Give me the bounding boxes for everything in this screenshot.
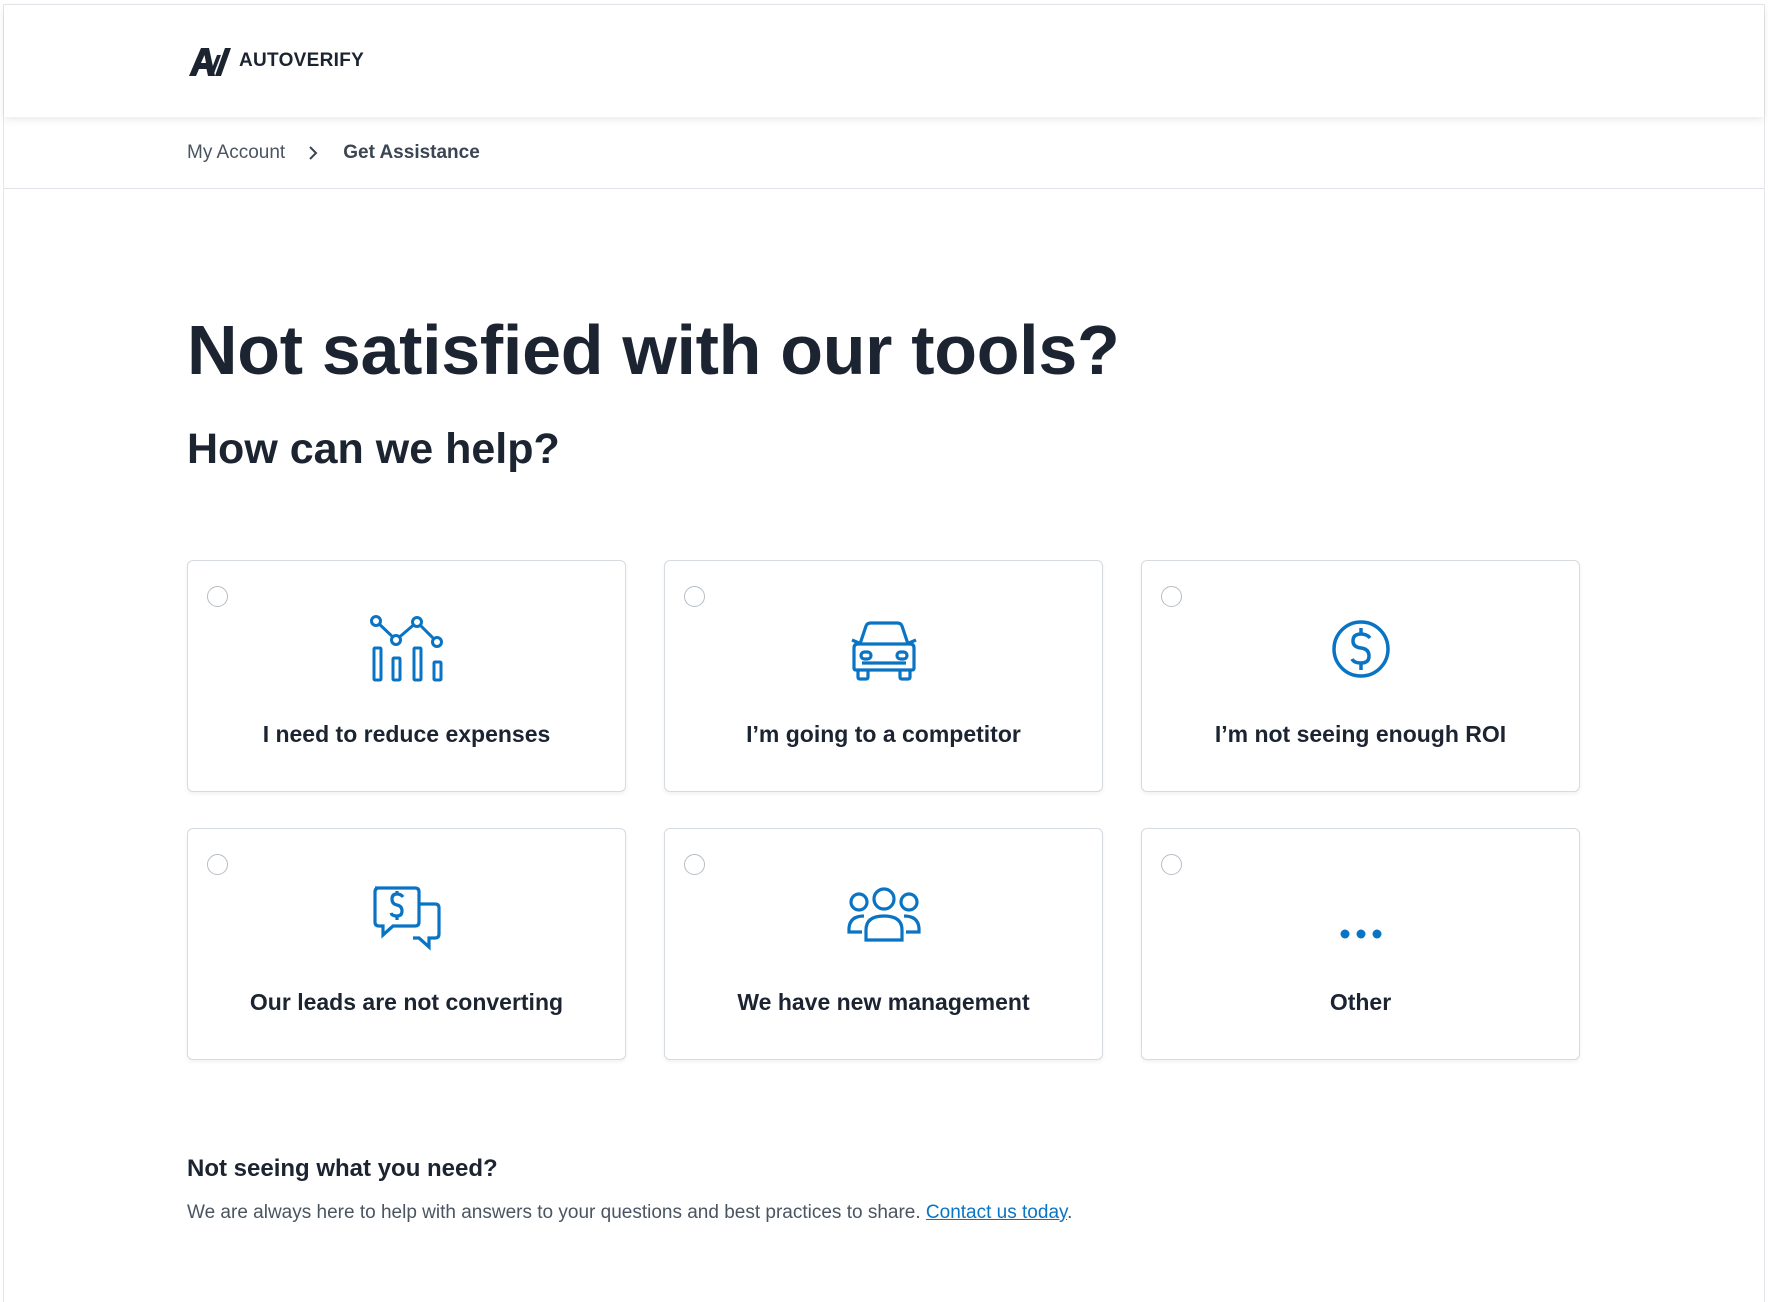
option-radio[interactable] [1161,854,1182,875]
breadcrumb-get-assistance: Get Assistance [343,141,480,163]
breadcrumb: My Account Get Assistance [4,117,1764,189]
option-card-reduce-expenses[interactable]: I need to reduce expenses [187,560,626,792]
contact-us-link[interactable]: Contact us today [926,1202,1067,1223]
option-card-management[interactable]: We have new management [664,828,1103,1060]
option-radio[interactable] [684,586,705,607]
page-frame: AUTOVERIFY My Account Get Assistance Not… [3,4,1765,1302]
option-radio[interactable] [207,854,228,875]
help-suffix: . [1067,1202,1073,1223]
dollar-circle-icon [1323,614,1399,684]
option-label: We have new management [737,989,1030,1015]
help-title: Not seeing what you need? [187,1155,498,1182]
autoverify-logo[interactable]: AUTOVERIFY [187,43,364,79]
option-card-competitor[interactable]: I’m going to a competitor [664,560,1103,792]
ellipsis-icon [1323,882,1399,952]
top-header: AUTOVERIFY [4,5,1764,117]
option-card-roi[interactable]: I’m not seeing enough ROI [1141,560,1580,792]
option-label: I’m going to a competitor [746,721,1021,747]
bar-chart-trend-icon [369,614,445,684]
help-text: We are always here to help with answers … [187,1202,1072,1224]
option-label: Our leads are not converting [249,989,564,1015]
people-group-icon [846,882,922,952]
option-card-other[interactable]: Other [1141,828,1580,1060]
option-label: I need to reduce expenses [262,721,551,747]
page-title: Not satisfied with our tools? [187,311,1120,389]
option-radio[interactable] [684,854,705,875]
option-radio[interactable] [207,586,228,607]
help-body: We are always here to help with answers … [187,1202,926,1223]
chevron-right-icon [303,143,323,163]
breadcrumb-my-account[interactable]: My Account [187,142,285,164]
option-radio[interactable] [1161,586,1182,607]
option-card-leads[interactable]: Our leads are not converting [187,828,626,1060]
option-label: I’m not seeing enough ROI [1214,721,1507,747]
chat-dollar-icon [369,882,445,952]
autoverify-logo-mark-icon [189,48,231,76]
car-icon [846,614,922,684]
logo-wordmark: AUTOVERIFY [239,50,365,71]
page-subtitle: How can we help? [187,425,560,473]
option-label: Other [1329,989,1392,1015]
options-grid: I need to reduce expenses I’m going to a… [187,560,1580,1060]
